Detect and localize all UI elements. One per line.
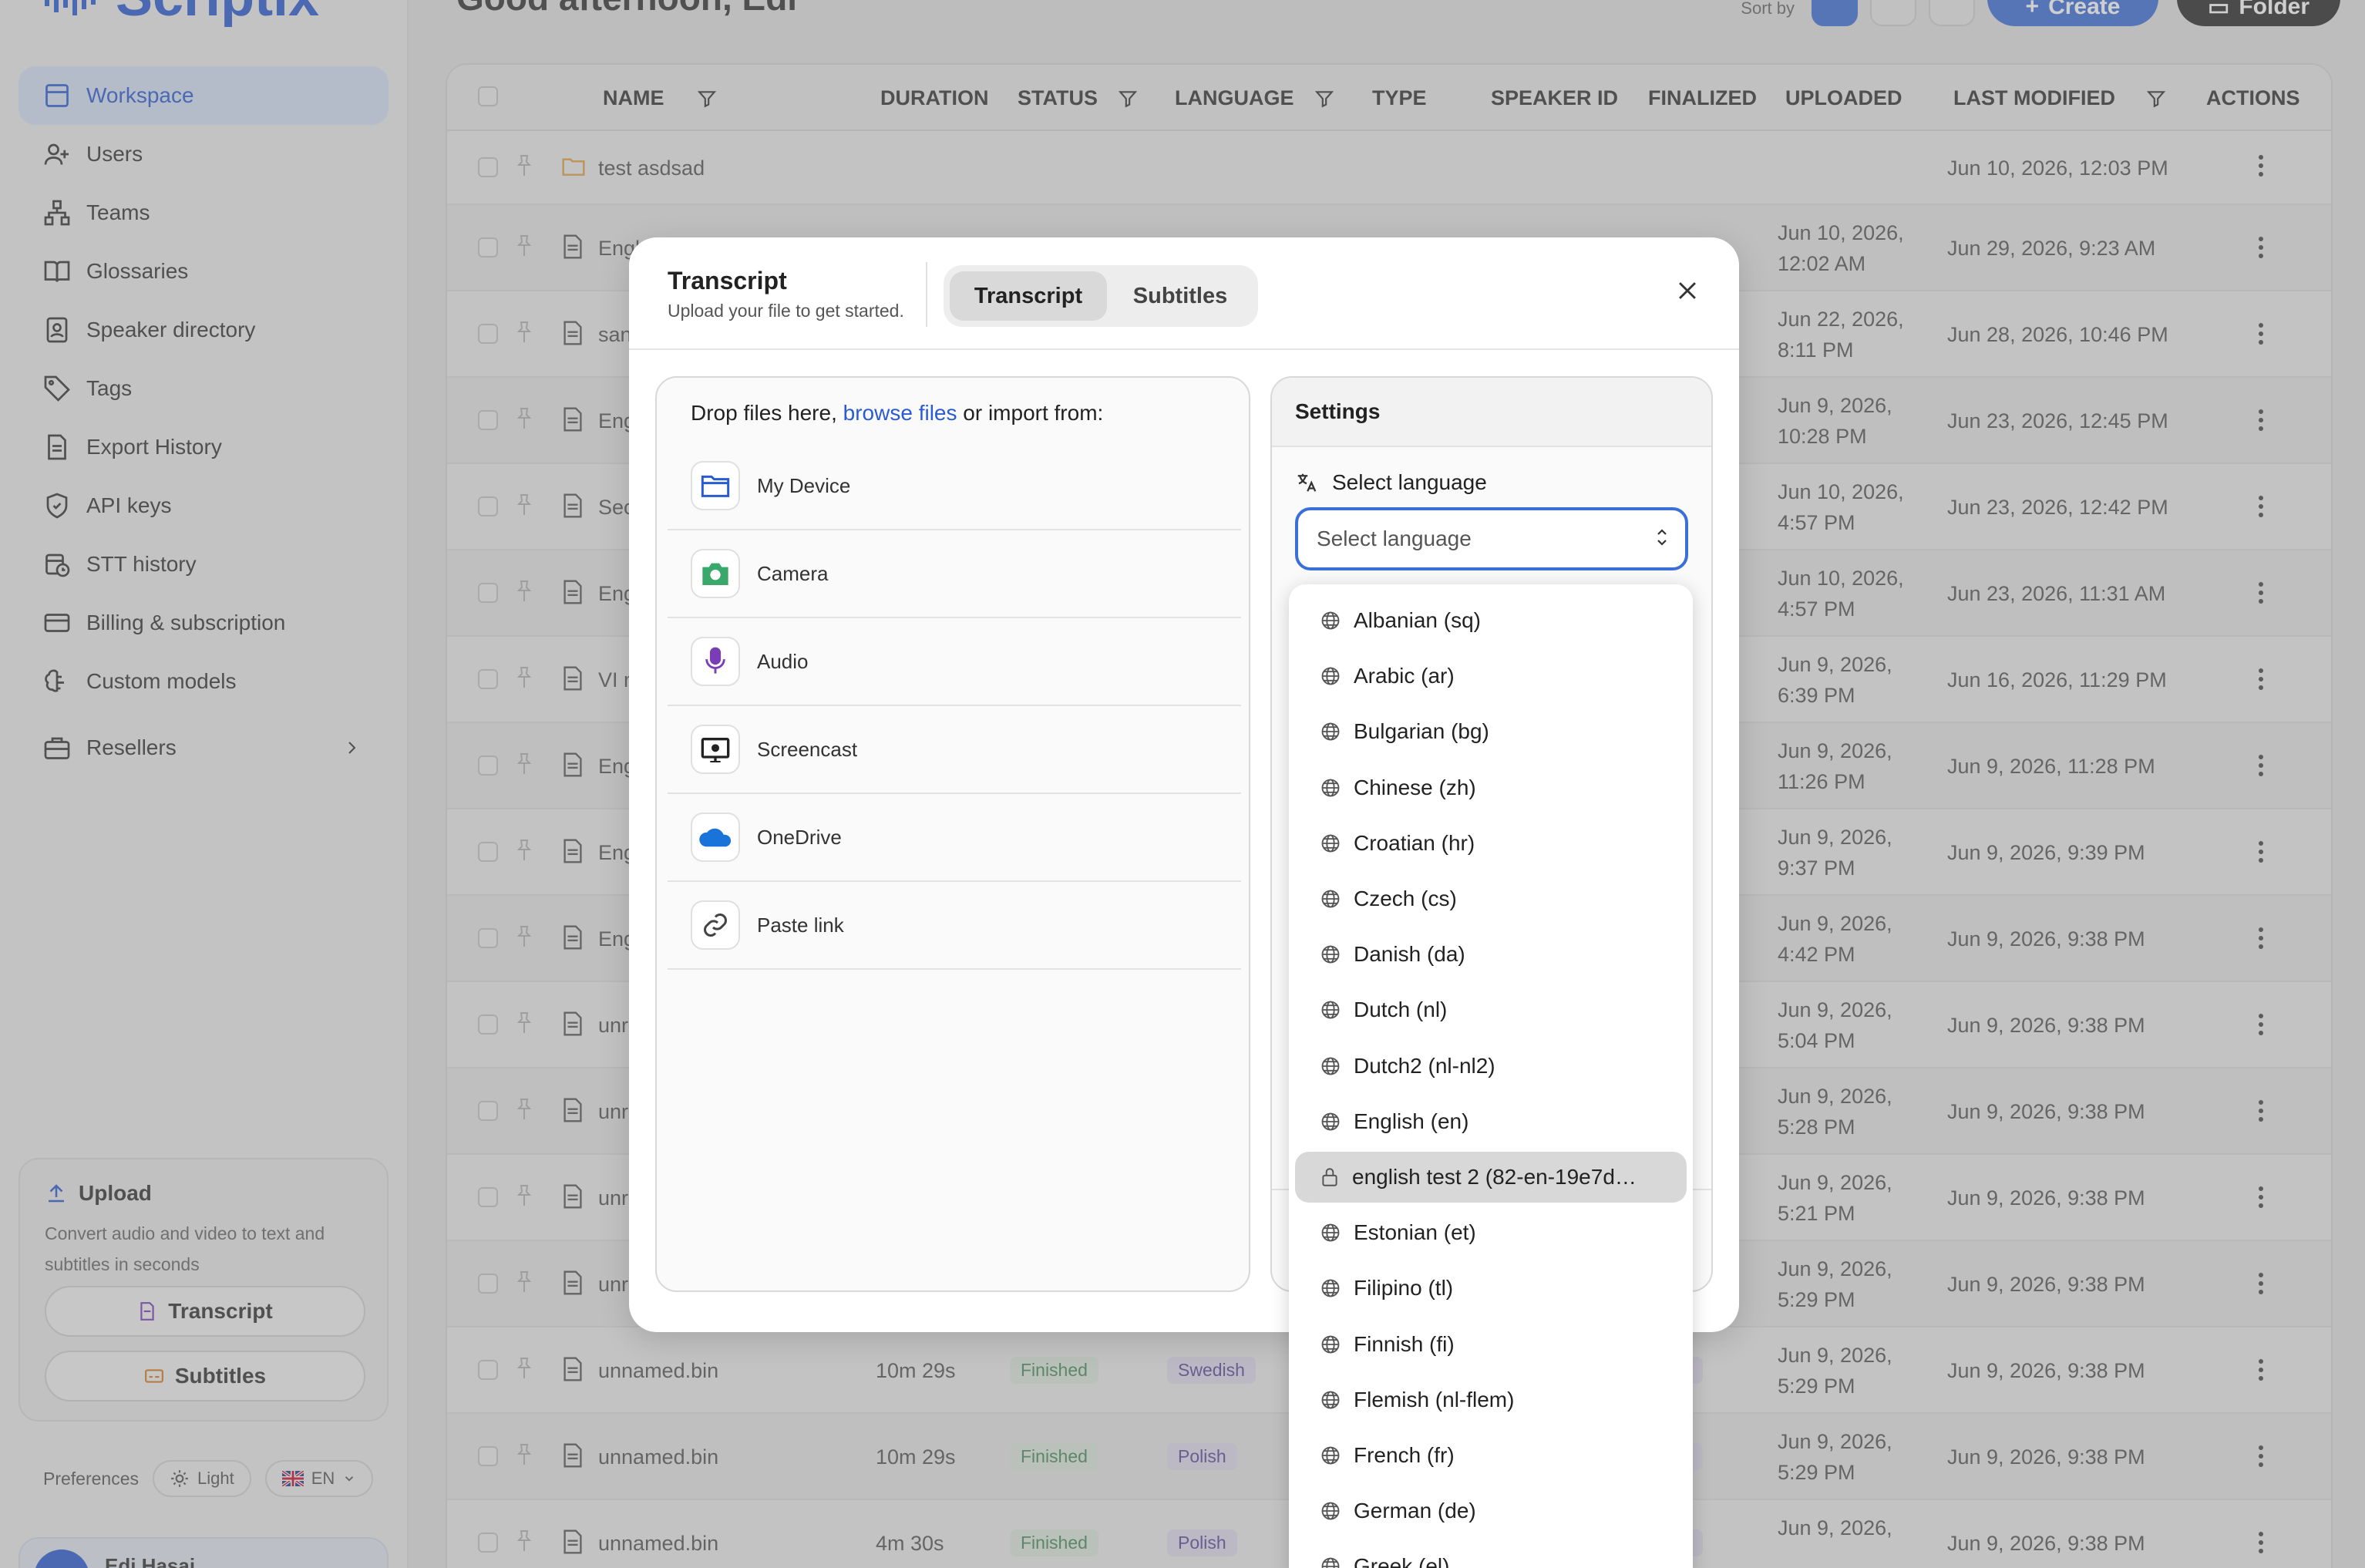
language-option-label: Danish (da)	[1354, 942, 1465, 967]
import-source-paste-link[interactable]: Paste link	[668, 882, 1241, 970]
settings-title: Settings	[1272, 378, 1711, 447]
tab-transcript[interactable]: Transcript	[950, 271, 1107, 321]
language-option[interactable]: Chinese (zh)	[1295, 762, 1687, 813]
tab-subtitles[interactable]: Subtitles	[1108, 271, 1252, 321]
globe-icon	[1320, 1334, 1341, 1355]
select-language-text: Select language	[1332, 470, 1487, 494]
drop-suffix: or import from:	[963, 401, 1104, 425]
language-option-label: German (de)	[1354, 1499, 1476, 1523]
screencast-icon	[691, 725, 740, 774]
language-option[interactable]: Croatian (hr)	[1295, 818, 1687, 869]
language-option-label: French (fr)	[1354, 1443, 1455, 1467]
language-option-label: Croatian (hr)	[1354, 830, 1475, 855]
language-option[interactable]: Finnish (fi)	[1295, 1319, 1687, 1370]
language-option[interactable]: Estonian (et)	[1295, 1207, 1687, 1258]
folder-icon	[691, 461, 740, 510]
language-option[interactable]: Greek (el)	[1295, 1541, 1687, 1568]
globe-icon	[1320, 1222, 1341, 1243]
globe-icon	[1320, 999, 1341, 1021]
import-source-my-device[interactable]: My Device	[668, 442, 1241, 530]
language-option-label: English (en)	[1354, 1109, 1469, 1133]
header-divider	[926, 262, 927, 327]
globe-icon	[1320, 1556, 1341, 1568]
language-option[interactable]: Dutch2 (nl-nl2)	[1295, 1041, 1687, 1092]
import-source-label: Audio	[757, 649, 809, 673]
language-option[interactable]: French (fr)	[1295, 1430, 1687, 1481]
language-option-label: Chinese (zh)	[1354, 775, 1476, 799]
select-language-label: Select language	[1295, 470, 1487, 495]
language-option-label: Greek (el)	[1354, 1554, 1450, 1568]
globe-icon	[1320, 610, 1341, 631]
language-option-label: Bulgarian (bg)	[1354, 719, 1489, 744]
language-option[interactable]: Danish (da)	[1295, 929, 1687, 980]
language-option-label: Estonian (et)	[1354, 1220, 1476, 1245]
globe-icon	[1320, 1389, 1341, 1411]
import-source-label: Screencast	[757, 737, 858, 761]
language-option[interactable]: Filipino (tl)	[1295, 1263, 1687, 1314]
globe-icon	[1320, 721, 1341, 742]
language-select[interactable]: Select language	[1295, 507, 1688, 570]
onedrive-icon	[691, 813, 740, 862]
language-option[interactable]: English (en)	[1295, 1096, 1687, 1147]
microphone-icon	[691, 637, 740, 686]
camera-icon	[691, 549, 740, 598]
globe-icon	[1320, 777, 1341, 799]
language-option[interactable]: Albanian (sq)	[1295, 595, 1687, 646]
import-source-label: My Device	[757, 473, 851, 497]
language-dropdown: Albanian (sq) Arabic (ar) Bulgarian (bg) Ch…	[1289, 584, 1693, 1568]
modal-title: Transcript	[668, 267, 787, 294]
language-option[interactable]: Dutch (nl)	[1295, 984, 1687, 1035]
language-option[interactable]: Arabic (ar)	[1295, 651, 1687, 702]
language-option[interactable]: Czech (cs)	[1295, 873, 1687, 924]
import-source-label: Camera	[757, 561, 829, 585]
language-option-label: Dutch (nl)	[1354, 998, 1448, 1022]
import-source-label: Paste link	[757, 913, 844, 937]
language-option-label: Filipino (tl)	[1354, 1276, 1454, 1300]
language-option[interactable]: Bulgarian (bg)	[1295, 706, 1687, 757]
globe-icon	[1320, 1111, 1341, 1132]
lock-icon	[1320, 1166, 1340, 1188]
language-option-label: Albanian (sq)	[1354, 608, 1481, 632]
drop-zone[interactable]: Drop files here, browse files or import …	[655, 376, 1250, 1292]
import-source-audio[interactable]: Audio	[668, 618, 1241, 706]
language-option-label: Czech (cs)	[1354, 887, 1457, 910]
import-source-onedrive[interactable]: OneDrive	[668, 794, 1241, 882]
globe-icon	[1320, 1055, 1341, 1077]
globe-icon	[1320, 1445, 1341, 1466]
mode-tabs: Transcript Subtitles	[944, 265, 1258, 327]
import-source-screencast[interactable]: Screencast	[668, 706, 1241, 794]
link-icon	[691, 900, 740, 950]
chevron-up-down-icon	[1654, 526, 1670, 549]
language-option-label: Arabic (ar)	[1354, 664, 1455, 688]
globe-icon	[1320, 1500, 1341, 1522]
language-select-value: Select language	[1317, 527, 1472, 550]
globe-icon	[1320, 944, 1341, 965]
language-option[interactable]: German (de)	[1295, 1486, 1687, 1536]
language-option-label: Finnish (fi)	[1354, 1331, 1455, 1356]
modal-divider	[629, 348, 1739, 350]
import-source-camera[interactable]: Camera	[668, 530, 1241, 618]
language-option-label: Dutch2 (nl-nl2)	[1354, 1053, 1495, 1078]
drop-instructions: Drop files here, browse files or import …	[691, 401, 1103, 426]
close-icon	[1674, 278, 1701, 304]
translate-icon	[1295, 471, 1318, 494]
language-option-label: Flemish (nl-flem)	[1354, 1387, 1515, 1412]
globe-icon	[1320, 1277, 1341, 1299]
modal-subtitle: Upload your file to get started.	[668, 301, 904, 321]
globe-icon	[1320, 888, 1341, 910]
globe-icon	[1320, 665, 1341, 687]
language-option-label: english test 2 (82-en-19e7d…	[1352, 1165, 1637, 1189]
globe-icon	[1320, 833, 1341, 854]
language-option[interactable]: english test 2 (82-en-19e7d…	[1295, 1152, 1687, 1203]
close-button[interactable]	[1674, 278, 1701, 309]
drop-prefix: Drop files here,	[691, 401, 837, 425]
browse-files-link[interactable]: browse files	[843, 401, 957, 425]
import-source-label: OneDrive	[757, 825, 842, 849]
language-option[interactable]: Flemish (nl-flem)	[1295, 1375, 1687, 1425]
